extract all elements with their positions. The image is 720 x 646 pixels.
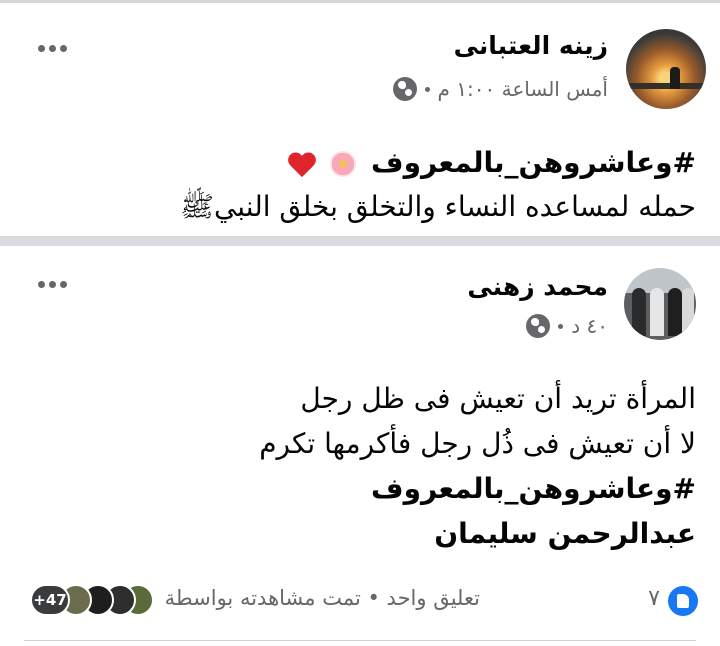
heart-emoji-icon — [287, 151, 317, 178]
post-card-1: زينه العتبانى أمس الساعة ١:٠٠ م #وعاشروه… — [0, 0, 720, 236]
avatar-figure — [670, 67, 680, 89]
post-time[interactable]: ٤٠ د — [571, 314, 608, 338]
hashtag-link[interactable]: #وعاشروهن_بالمعروف — [259, 466, 696, 511]
post-body: #وعاشروهن_بالمعروف حمله لمساعده النساء و… — [180, 141, 696, 229]
hashtag-link[interactable]: #وعاشروهن_بالمعروف — [371, 146, 696, 179]
separator-dot — [424, 86, 430, 92]
avatar[interactable] — [624, 268, 696, 340]
post-meta: ٤٠ د — [526, 314, 608, 338]
post-text-line: لا أن تعيش فى ذُل رجل فأكرمها تكرم — [259, 427, 696, 460]
like-count[interactable]: ٧ — [648, 586, 660, 611]
author-name[interactable]: زينه العتبانى — [454, 31, 608, 60]
more-options-icon[interactable] — [38, 45, 67, 52]
avatar[interactable] — [626, 29, 706, 109]
post-signature: عبدالرحمن سليمان — [434, 517, 696, 550]
flower-emoji-icon — [330, 151, 357, 177]
author-name[interactable]: محمد زهنى — [467, 272, 608, 301]
separator-dot — [558, 323, 564, 329]
post-time[interactable]: أمس الساعة ١:٠٠ م — [438, 77, 608, 101]
globe-icon[interactable] — [392, 77, 417, 101]
viewers-more-badge[interactable]: +47 — [30, 584, 70, 616]
post-footer: ٧ تعليق واحد • تمت مشاهدته بواسطة +47 — [0, 584, 720, 620]
globe-icon[interactable] — [526, 314, 551, 338]
post-meta: أمس الساعة ١:٠٠ م — [392, 77, 608, 101]
feed-divider — [0, 236, 720, 246]
post-body: المرأة تريد أن تعيش فى ظل رجل لا أن تعيش… — [259, 376, 696, 556]
avatar-horizon — [626, 83, 706, 89]
post-text-line: المرأة تريد أن تعيش فى ظل رجل — [300, 382, 696, 415]
footer-divider — [24, 640, 696, 641]
post-text: حمله لمساعده النساء والتخلق بخلق النبيﷺ — [180, 190, 696, 223]
viewer-avatars[interactable]: +47 — [30, 584, 154, 618]
more-options-icon[interactable] — [38, 281, 67, 288]
like-icon[interactable] — [668, 586, 698, 616]
engagement-stats[interactable]: تعليق واحد • تمت مشاهدته بواسطة — [165, 586, 480, 610]
